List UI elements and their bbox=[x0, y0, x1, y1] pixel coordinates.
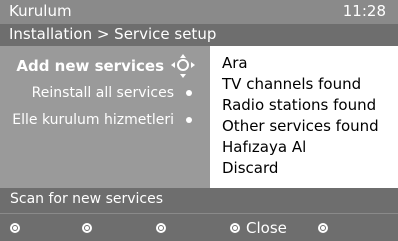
status-text: Scan for new services bbox=[10, 191, 164, 207]
title-bar: Kurulum 11:28 bbox=[0, 0, 398, 24]
yellow-button[interactable] bbox=[156, 218, 166, 238]
remote-button-icon bbox=[82, 223, 92, 233]
green-button[interactable] bbox=[82, 218, 92, 238]
clock: 11:28 bbox=[342, 2, 386, 20]
menu-title: Kurulum bbox=[9, 2, 72, 20]
option-store[interactable]: Hafızaya Al bbox=[222, 138, 306, 156]
red-button[interactable] bbox=[10, 218, 20, 238]
tv-menu-screen: Kurulum 11:28 Installation > Service set… bbox=[0, 0, 398, 241]
navigation-cross-icon bbox=[170, 54, 196, 78]
button-bar: Close bbox=[0, 213, 398, 241]
blue-button[interactable] bbox=[318, 218, 328, 238]
remote-button-icon bbox=[318, 223, 328, 233]
option-other-services-found: Other services found bbox=[222, 117, 379, 135]
radio-dot-icon bbox=[186, 90, 192, 96]
close-button-label: Close bbox=[246, 219, 287, 237]
menu-list: Add new services Reinstall all services … bbox=[0, 46, 210, 188]
remote-button-icon bbox=[156, 223, 166, 233]
close-button[interactable]: Close bbox=[230, 218, 287, 238]
menu-item-add-new-services[interactable]: Add new services bbox=[16, 54, 196, 78]
menu-item-reinstall-all-services[interactable]: Reinstall all services bbox=[32, 83, 196, 103]
menu-item-label: Reinstall all services bbox=[31, 85, 174, 101]
status-bar: Scan for new services bbox=[0, 188, 398, 213]
option-discard[interactable]: Discard bbox=[222, 159, 278, 177]
options-panel: Ara TV channels found Radio stations fou… bbox=[210, 46, 398, 188]
menu-item-label: Elle kurulum hizmetleri bbox=[12, 112, 174, 128]
remote-button-icon bbox=[10, 223, 20, 233]
option-search[interactable]: Ara bbox=[222, 54, 248, 72]
remote-button-icon bbox=[230, 223, 240, 233]
breadcrumb: Installation > Service setup bbox=[9, 25, 217, 43]
radio-dot-icon bbox=[186, 117, 192, 123]
menu-item-label: Add new services bbox=[16, 57, 164, 75]
option-tv-channels-found: TV channels found bbox=[222, 75, 362, 93]
menu-item-manual-installation[interactable]: Elle kurulum hizmetleri bbox=[12, 110, 196, 130]
option-radio-stations-found: Radio stations found bbox=[222, 96, 377, 114]
breadcrumb-bar: Installation > Service setup bbox=[0, 24, 398, 46]
